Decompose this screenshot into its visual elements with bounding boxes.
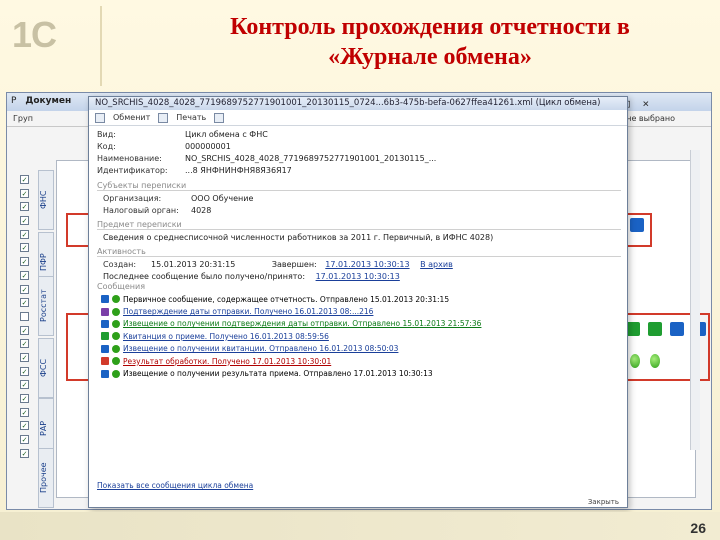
1c-logo: 1С: [12, 14, 57, 55]
last-message-link[interactable]: 17.01.2013 10:30:13: [316, 272, 400, 281]
show-all-messages-link[interactable]: Показать все сообщения цикла обмена: [97, 481, 253, 490]
section-activity: Активность: [97, 247, 146, 256]
message-row[interactable]: Извещение о получении квитанции. Отправл…: [101, 343, 621, 355]
row-checkbox[interactable]: ✓: [20, 257, 29, 267]
help-icon[interactable]: [214, 112, 225, 123]
status-ok-icon: [112, 344, 120, 353]
envelope-icon: [101, 319, 109, 328]
row-checkbox-column: ✓ ✓ ✓ ✓ ✓ ✓ ✓ ✓ ✓ ✓ ✓ ✓ ✓ ✓ ✓ ✓ ✓ ✓ ✓ ✓: [20, 175, 32, 462]
status-ok-icon: [112, 369, 120, 378]
background-tab-label[interactable]: Докумен: [25, 96, 71, 106]
envelope-icon: [101, 369, 109, 378]
field-code: Код: 000000001: [97, 142, 231, 151]
status-ok-icon: [112, 357, 120, 366]
slide-number: 26: [690, 520, 706, 536]
status-ok-icon: [626, 322, 640, 336]
tab-fss[interactable]: ФСС: [38, 338, 54, 398]
tab-other[interactable]: Прочее: [38, 448, 54, 508]
status-sent-icon: [670, 322, 684, 336]
exchange-cycle-dialog: NO_SRCHIS_4028_4028_7719689752771901001_…: [88, 96, 628, 508]
archive-link[interactable]: В архив: [420, 260, 453, 269]
section-messages: Сообщения: [97, 282, 146, 291]
slide-title-line1: Контроль прохождения отчетности в: [230, 14, 630, 40]
status-sent-icon: [630, 218, 644, 232]
row-checkbox[interactable]: ✓: [20, 366, 29, 376]
section-divider: [97, 190, 621, 191]
subject-text: Сведения о среднесписочной численности р…: [103, 233, 494, 242]
row-checkbox[interactable]: [20, 311, 29, 321]
row-checkbox[interactable]: ✓: [20, 448, 29, 458]
confirmation-icon: [101, 307, 109, 316]
section-divider: [97, 229, 621, 230]
row-checkbox[interactable]: ✓: [20, 352, 29, 362]
tab-rosstat[interactable]: Росстат: [38, 276, 54, 336]
menu-item-group[interactable]: Груп: [13, 114, 33, 123]
row-checkbox[interactable]: ✓: [20, 380, 29, 390]
row-checkbox[interactable]: ✓: [20, 339, 29, 349]
section-subjects: Субъекты переписки: [97, 181, 187, 190]
status-ok-icon: [112, 319, 120, 328]
status-ok-icon: [112, 332, 120, 341]
status-ok-dot-icon: [630, 354, 640, 368]
row-checkbox[interactable]: ✓: [20, 175, 29, 184]
field-kind: Вид: Цикл обмена с ФНС: [97, 130, 268, 139]
status-ok-icon: [112, 295, 120, 304]
dialog-toolbar: Обменит Печать: [89, 110, 627, 126]
finished-date-link[interactable]: 17.01.2013 10:30:13: [325, 260, 409, 269]
field-tax-authority: Налоговый орган: 4028: [103, 206, 212, 215]
exchange-icon[interactable]: [95, 112, 105, 123]
warning-icon: [101, 357, 109, 366]
field-created: Создан: 15.01.2013 20:31:15 Завершен: 17.…: [103, 260, 453, 269]
tab-fns[interactable]: ФНС: [38, 170, 54, 230]
row-checkbox[interactable]: ✓: [20, 284, 29, 294]
message-row[interactable]: Подтверждение даты отправки. Получено 16…: [101, 305, 621, 317]
section-divider: [97, 256, 621, 257]
dialog-title: NO_SRCHIS_4028_4028_7719689752771901001_…: [89, 97, 627, 110]
slide-background: 1С Контроль прохождения отчетности в «Жу…: [0, 0, 720, 540]
status-ok-dot-icon: [650, 354, 660, 368]
row-checkbox[interactable]: ✓: [20, 298, 29, 308]
close-icon[interactable]: ×: [643, 97, 650, 110]
envelope-icon: [101, 295, 109, 304]
logo-divider: [100, 6, 102, 86]
slide-footer: [0, 512, 720, 540]
field-identifier: Идентификатор: ...8 ЯНФНИНФНЯ8Я36Я17: [97, 166, 292, 175]
message-row[interactable]: Результат обработки. Получено 17.01.2013…: [101, 355, 621, 367]
close-button[interactable]: Закрыть: [588, 498, 619, 506]
row-checkbox[interactable]: ✓: [20, 243, 29, 253]
message-row[interactable]: Первичное сообщение, содержащее отчетнос…: [101, 293, 621, 305]
message-row[interactable]: Извещение о получении подтверждения даты…: [101, 318, 621, 330]
section-subject: Предмет переписки: [97, 220, 182, 229]
print-button[interactable]: Печать: [176, 113, 206, 122]
row-checkbox[interactable]: ✓: [20, 229, 29, 239]
field-name: Наименование: NO_SRCHIS_4028_4028_7719689…: [97, 154, 437, 163]
message-list: Первичное сообщение, содержащее отчетнос…: [101, 293, 621, 380]
row-checkbox[interactable]: ✓: [20, 216, 29, 226]
row-checkbox[interactable]: ✓: [20, 421, 29, 431]
row-checkbox[interactable]: ✓: [20, 202, 29, 212]
dialog-footer: Показать все сообщения цикла обмена: [97, 481, 253, 490]
exchange-button[interactable]: Обменит: [113, 113, 150, 122]
status-ok-icon: [112, 307, 120, 316]
logo-area: 1С: [0, 0, 102, 88]
field-last-message: Последнее сообщение было получено/принят…: [103, 272, 400, 281]
print-icon[interactable]: [158, 112, 169, 123]
row-checkbox[interactable]: ✓: [20, 407, 29, 417]
receipt-icon: [101, 332, 109, 341]
slide-title-line2: «Журнале обмена»: [328, 44, 532, 70]
row-checkbox[interactable]: ✓: [20, 270, 29, 280]
row-checkbox[interactable]: ✓: [20, 188, 29, 198]
row-checkbox[interactable]: ✓: [20, 325, 29, 335]
row-checkbox[interactable]: ✓: [20, 394, 29, 403]
list-scrollbar[interactable]: [690, 150, 700, 450]
row-checkbox[interactable]: ✓: [20, 435, 29, 445]
filter-value[interactable]: не выбрано: [626, 114, 675, 123]
envelope-icon: [101, 344, 109, 353]
slide-title: Контроль прохождения отчетности в «Журна…: [150, 12, 710, 72]
status-ok-icon: [648, 322, 662, 336]
message-row[interactable]: Извещение о получении результата приема.…: [101, 367, 621, 379]
message-row[interactable]: Квитанция о приеме. Получено 16.01.2013 …: [101, 330, 621, 342]
field-organization: Организация: ООО Обучение: [103, 194, 254, 203]
